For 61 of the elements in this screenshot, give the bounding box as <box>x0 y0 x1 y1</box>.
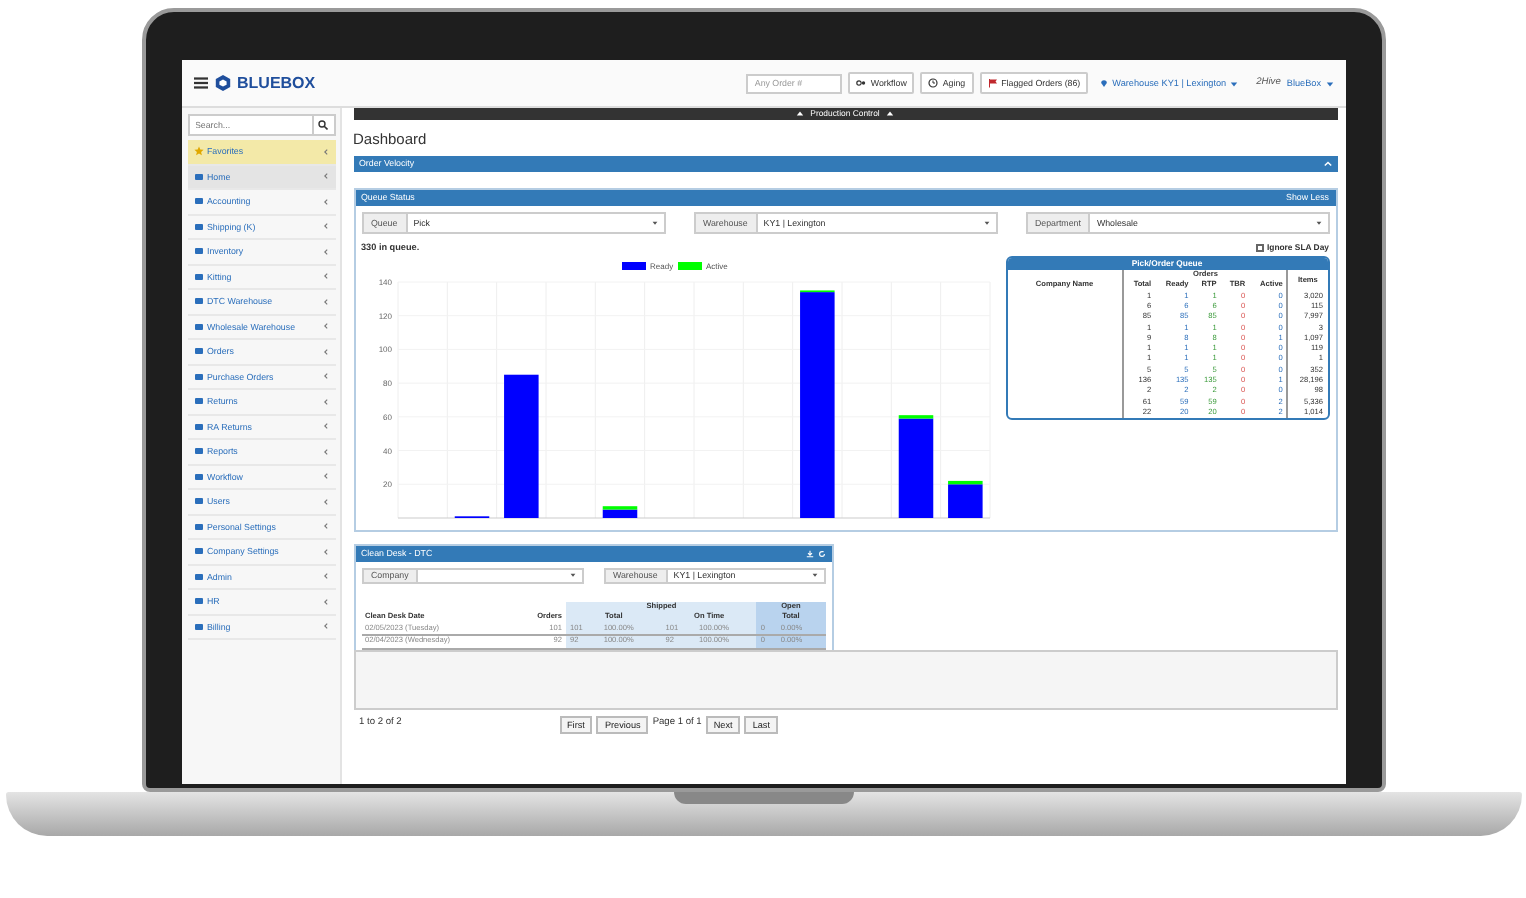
logo: BLUEBOX <box>237 73 316 93</box>
hexagon-icon <box>213 74 231 92</box>
menu-item-icon <box>193 571 203 582</box>
menu-item-icon <box>193 596 203 607</box>
menu-item-icon <box>193 321 203 332</box>
caret-icon <box>811 572 817 578</box>
legend-swatch <box>677 261 701 269</box>
chevron-icon <box>321 472 329 481</box>
menu-item-icon <box>193 621 203 632</box>
map-pin-icon <box>1100 78 1109 88</box>
caret-icon <box>1325 79 1333 87</box>
flag-icon <box>987 78 998 88</box>
menu-item-icon <box>193 246 203 257</box>
chevron-up-icon <box>1323 160 1331 168</box>
chevron-icon <box>321 397 329 406</box>
menu-item-icon <box>193 171 203 182</box>
chevron-icon <box>321 622 329 631</box>
chevron-icon <box>321 447 329 456</box>
menu-item-icon <box>193 296 203 307</box>
chevron-icon <box>321 522 329 531</box>
legend-swatch <box>621 261 645 269</box>
caret-icon <box>1230 79 1239 87</box>
menu-icon <box>193 76 207 90</box>
bar <box>503 373 538 517</box>
menu-item-icon <box>193 271 203 282</box>
chevron-icon <box>321 597 329 606</box>
chevron-icon <box>321 547 329 556</box>
star-icon <box>193 146 203 157</box>
chevron-icon <box>321 247 329 256</box>
chevron-icon <box>321 497 329 506</box>
search-icon <box>318 120 328 130</box>
chevron-icon <box>321 572 329 581</box>
menu-item-icon <box>193 521 203 532</box>
download-icon <box>805 549 813 557</box>
chevron-icon <box>321 422 329 431</box>
menu-item-icon <box>193 221 203 232</box>
menu-item-icon <box>193 446 203 457</box>
menu-item-icon <box>193 496 203 507</box>
chevron-icon <box>321 197 329 206</box>
menu-item-icon <box>193 546 203 557</box>
caret-icon <box>651 220 657 226</box>
menu-item-icon <box>193 421 203 432</box>
menu-item-icon <box>193 396 203 407</box>
menu-item-icon <box>193 196 203 207</box>
chevron-icon <box>321 347 329 356</box>
chevron-icon <box>321 322 329 331</box>
caret-icon <box>983 220 989 226</box>
menu-item-icon <box>193 371 203 382</box>
refresh-icon <box>817 549 825 557</box>
chevron-icon <box>321 272 329 281</box>
menu-item-icon <box>193 471 203 482</box>
caret-icon <box>569 572 575 578</box>
search-button[interactable] <box>313 114 335 136</box>
chevron-icon <box>321 372 329 381</box>
menu-item-icon <box>193 346 203 357</box>
chevron-icon <box>321 147 329 156</box>
chevron-icon <box>321 172 329 181</box>
clock-icon <box>928 78 939 88</box>
chevron-icon <box>321 222 329 231</box>
caret-icon <box>1315 220 1321 226</box>
chevron-icon <box>321 297 329 306</box>
